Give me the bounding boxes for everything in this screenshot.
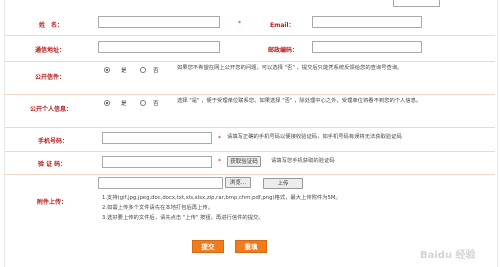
- captcha-row: 验 证 码： * 获取验证码 请填写您手机获取的验证码: [5, 152, 495, 175]
- public-info-row: 公开个人信息： 是 否 选择 "是" ，便于受理单位联系您。如果选择 "否" ，…: [5, 95, 495, 128]
- phone-label: 手机号码：: [38, 138, 69, 145]
- phone-hint: 请填写正确的手机号码以便接收验证码，如手机号码有误将无法获取验证码: [227, 134, 402, 140]
- public-info-no-label: 否: [153, 101, 159, 107]
- top-partial-input[interactable]: [393, 0, 440, 7]
- public-info-yes-radio[interactable]: [104, 100, 110, 106]
- captcha-required-mark: *: [218, 158, 221, 165]
- public-letter-no-label: 否: [153, 68, 159, 74]
- address-postcode-row: 通信地址： 邮政编码：: [5, 36, 495, 62]
- address-label: 通信地址：: [35, 47, 66, 54]
- name-required-mark: *: [238, 20, 241, 27]
- public-letter-hint: 如果您不希望在网上公开您的问题，可以选择 "否" ，提交后只能凭系统反馈给您的查…: [177, 65, 403, 71]
- name-email-row: 姓 名： * Email：: [5, 10, 495, 36]
- postcode-label: 邮政编码：: [268, 47, 299, 54]
- attachment-row: 附件上传： 浏览... 上传 1.支持(gif,jpg,jpeg,doc,doc…: [5, 175, 495, 235]
- watermark-text: Baidu 经验: [420, 250, 476, 261]
- public-info-label: 公开个人信息：: [30, 106, 73, 113]
- public-letter-row: 公开信件： 是 否 如果您不希望在网上公开您的问题，可以选择 "否" ，提交后只…: [5, 62, 495, 95]
- attachment-label: 附件上传：: [37, 199, 68, 206]
- browse-button[interactable]: 浏览...: [225, 177, 251, 188]
- public-letter-yes-radio[interactable]: [104, 67, 110, 73]
- reset-button[interactable]: 重填: [235, 240, 267, 253]
- phone-row: 手机号码： * 请填写正确的手机号码以便接收验证码，如手机号码有误将无法获取验证…: [5, 128, 495, 152]
- public-letter-no-radio[interactable]: [140, 67, 146, 73]
- submit-button[interactable]: 提交: [192, 240, 224, 253]
- postcode-input[interactable]: [312, 41, 422, 53]
- public-letter-yes-label: 是: [121, 68, 127, 74]
- upload-button[interactable]: 上传: [263, 178, 303, 189]
- captcha-hint: 请填写您手机获取的验证码: [271, 158, 335, 164]
- name-input[interactable]: [98, 16, 220, 28]
- captcha-label: 验 证 码：: [38, 161, 67, 168]
- attachment-note-3: 3.选好要上传的文件后，请先点击 "上传" 按钮，再进行信件的提交。: [102, 215, 264, 221]
- address-input[interactable]: [98, 41, 220, 53]
- attachment-note-1: 1.支持(gif,jpg,jpeg,doc,docx,txt,xls,xlsx,…: [102, 195, 341, 201]
- captcha-input[interactable]: [102, 156, 212, 168]
- name-label: 姓 名：: [39, 22, 64, 29]
- public-info-yes-label: 是: [121, 101, 127, 107]
- phone-input[interactable]: [102, 132, 212, 144]
- public-info-hint: 选择 "是" ，便于受理单位联系您。如果选择 "否" ，除处理中心之外，受理单位…: [177, 98, 422, 104]
- file-path-input[interactable]: [98, 177, 223, 189]
- email-label: Email：: [270, 22, 295, 29]
- attachment-note-2: 2.如需上传多个文件请先在本地打包后再上传。: [102, 205, 213, 211]
- get-captcha-button[interactable]: 获取验证码: [227, 156, 261, 167]
- email-input[interactable]: [312, 16, 422, 28]
- public-letter-label: 公开信件：: [35, 74, 66, 81]
- public-info-no-radio[interactable]: [140, 100, 146, 106]
- phone-required-mark: *: [218, 135, 221, 142]
